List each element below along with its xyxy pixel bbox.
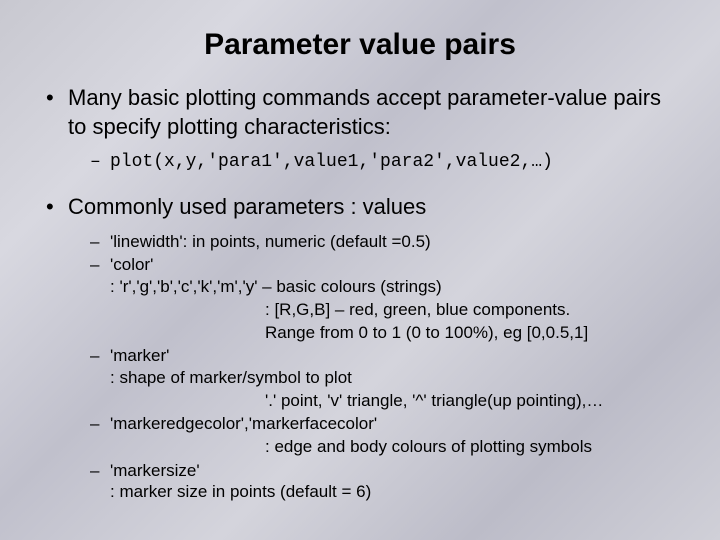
dash-icon: –: [90, 254, 99, 275]
param-color-value-3: Range from 0 to 1 (0 to 100%), eg [0,0.5…: [40, 322, 680, 343]
param-linewidth: – 'linewidth': in points, numeric (defau…: [40, 231, 680, 252]
param-markercolors-value: : edge and body colours of plotting symb…: [40, 436, 680, 457]
slide-title: Parameter value pairs: [40, 28, 680, 62]
param-marker-name: 'marker': [110, 345, 265, 366]
param-marker-value-2: '.' point, 'v' triangle, '^' triangle(up…: [40, 390, 680, 411]
plot-example: plot(x,y,'para1',value1,'para2',value2,……: [40, 151, 680, 174]
intro-bullet: Many basic plotting commands accept para…: [40, 84, 680, 141]
param-markersize-value: : marker size in points (default = 6): [110, 481, 530, 502]
dash-icon: –: [90, 231, 99, 252]
param-color: – 'color' : 'r','g','b','c','k','m','y' …: [40, 254, 680, 297]
section-common-params: Commonly used parameters : values: [40, 193, 680, 222]
param-markersize-name: 'markersize': [110, 460, 265, 481]
param-linewidth-text: 'linewidth': in points, numeric (default…: [110, 232, 431, 251]
dash-icon: –: [90, 460, 99, 481]
dash-icon: –: [90, 345, 99, 366]
param-marker-value-1: : shape of marker/symbol to plot: [110, 367, 530, 388]
param-markercolors-text: 'markeredgecolor','markerfacecolor': [110, 414, 377, 433]
dash-icon: –: [90, 413, 99, 434]
param-color-value-2: : [R,G,B] – red, green, blue components.: [40, 299, 680, 320]
param-color-value-1: : 'r','g','b','c','k','m','y' – basic co…: [110, 276, 530, 297]
param-markersize: – 'markersize' : marker size in points (…: [40, 460, 680, 503]
param-color-name: 'color': [110, 254, 265, 275]
param-markercolors: – 'markeredgecolor','markerfacecolor': [40, 413, 680, 434]
slide: Parameter value pairs Many basic plottin…: [0, 0, 720, 540]
param-marker: – 'marker' : shape of marker/symbol to p…: [40, 345, 680, 388]
